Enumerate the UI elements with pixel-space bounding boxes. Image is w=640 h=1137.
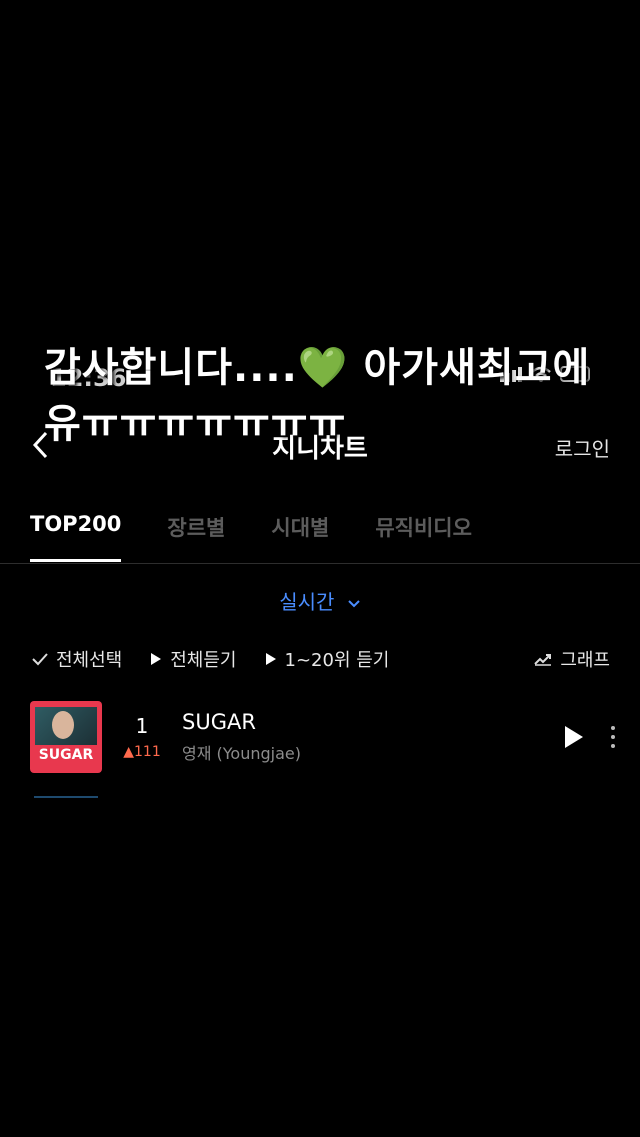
song-title: SUGAR <box>182 710 256 734</box>
play-icon <box>265 653 276 665</box>
check-icon <box>32 653 48 666</box>
chart-mode-label: 실시간 <box>279 590 335 614</box>
more-options-icon[interactable] <box>608 726 618 748</box>
song-info[interactable]: SUGAR 영재 (Youngjae) <box>182 710 558 764</box>
play-all-label: 전체듣기 <box>170 650 237 671</box>
select-all-button[interactable]: 전체선택 <box>32 646 122 672</box>
song-row[interactable]: SUGAR 1 ▲111 SUGAR 영재 (Youngjae) <box>30 700 618 774</box>
next-row-peek <box>34 796 98 798</box>
rank-number: 1 <box>135 714 149 738</box>
chart-tabs: TOP200 장르별 시대별 뮤직비디오 <box>30 512 472 562</box>
album-art[interactable]: SUGAR <box>30 701 102 773</box>
select-all-label: 전체선택 <box>56 650 123 671</box>
chart-mode-dropdown[interactable]: 실시간 <box>0 586 640 615</box>
overlay-caption: 감사합니다....💚 아가새최고에유ㅠㅠㅠㅠㅠㅠㅠ <box>44 345 591 447</box>
trend-chart-icon <box>534 654 552 666</box>
rank-block: 1 ▲111 <box>102 714 182 760</box>
tabs-divider <box>0 563 640 564</box>
album-title-art: SUGAR <box>38 747 94 763</box>
play-all-button[interactable]: 전체듣기 <box>150 646 237 672</box>
play-range-label: 1~20위 듣기 <box>284 650 390 671</box>
tab-era[interactable]: 시대별 <box>271 512 329 562</box>
graph-button[interactable]: 그래프 <box>534 646 610 672</box>
album-face <box>52 711 74 739</box>
play-song-button[interactable] <box>558 722 588 752</box>
tab-genre[interactable]: 장르별 <box>167 512 225 562</box>
tab-music-video[interactable]: 뮤직비디오 <box>375 512 472 562</box>
chart-toolbar: 전체선택 전체듣기 1~20위 듣기 그래프 <box>32 646 610 672</box>
graph-label: 그래프 <box>560 650 610 671</box>
song-artist: 영재 (Youngjae) <box>182 744 301 763</box>
tab-top200[interactable]: TOP200 <box>30 512 122 562</box>
play-icon <box>151 653 162 665</box>
chevron-down-icon <box>348 599 360 607</box>
rank-change: ▲111 <box>123 744 161 760</box>
play-range-button[interactable]: 1~20위 듣기 <box>265 646 390 672</box>
